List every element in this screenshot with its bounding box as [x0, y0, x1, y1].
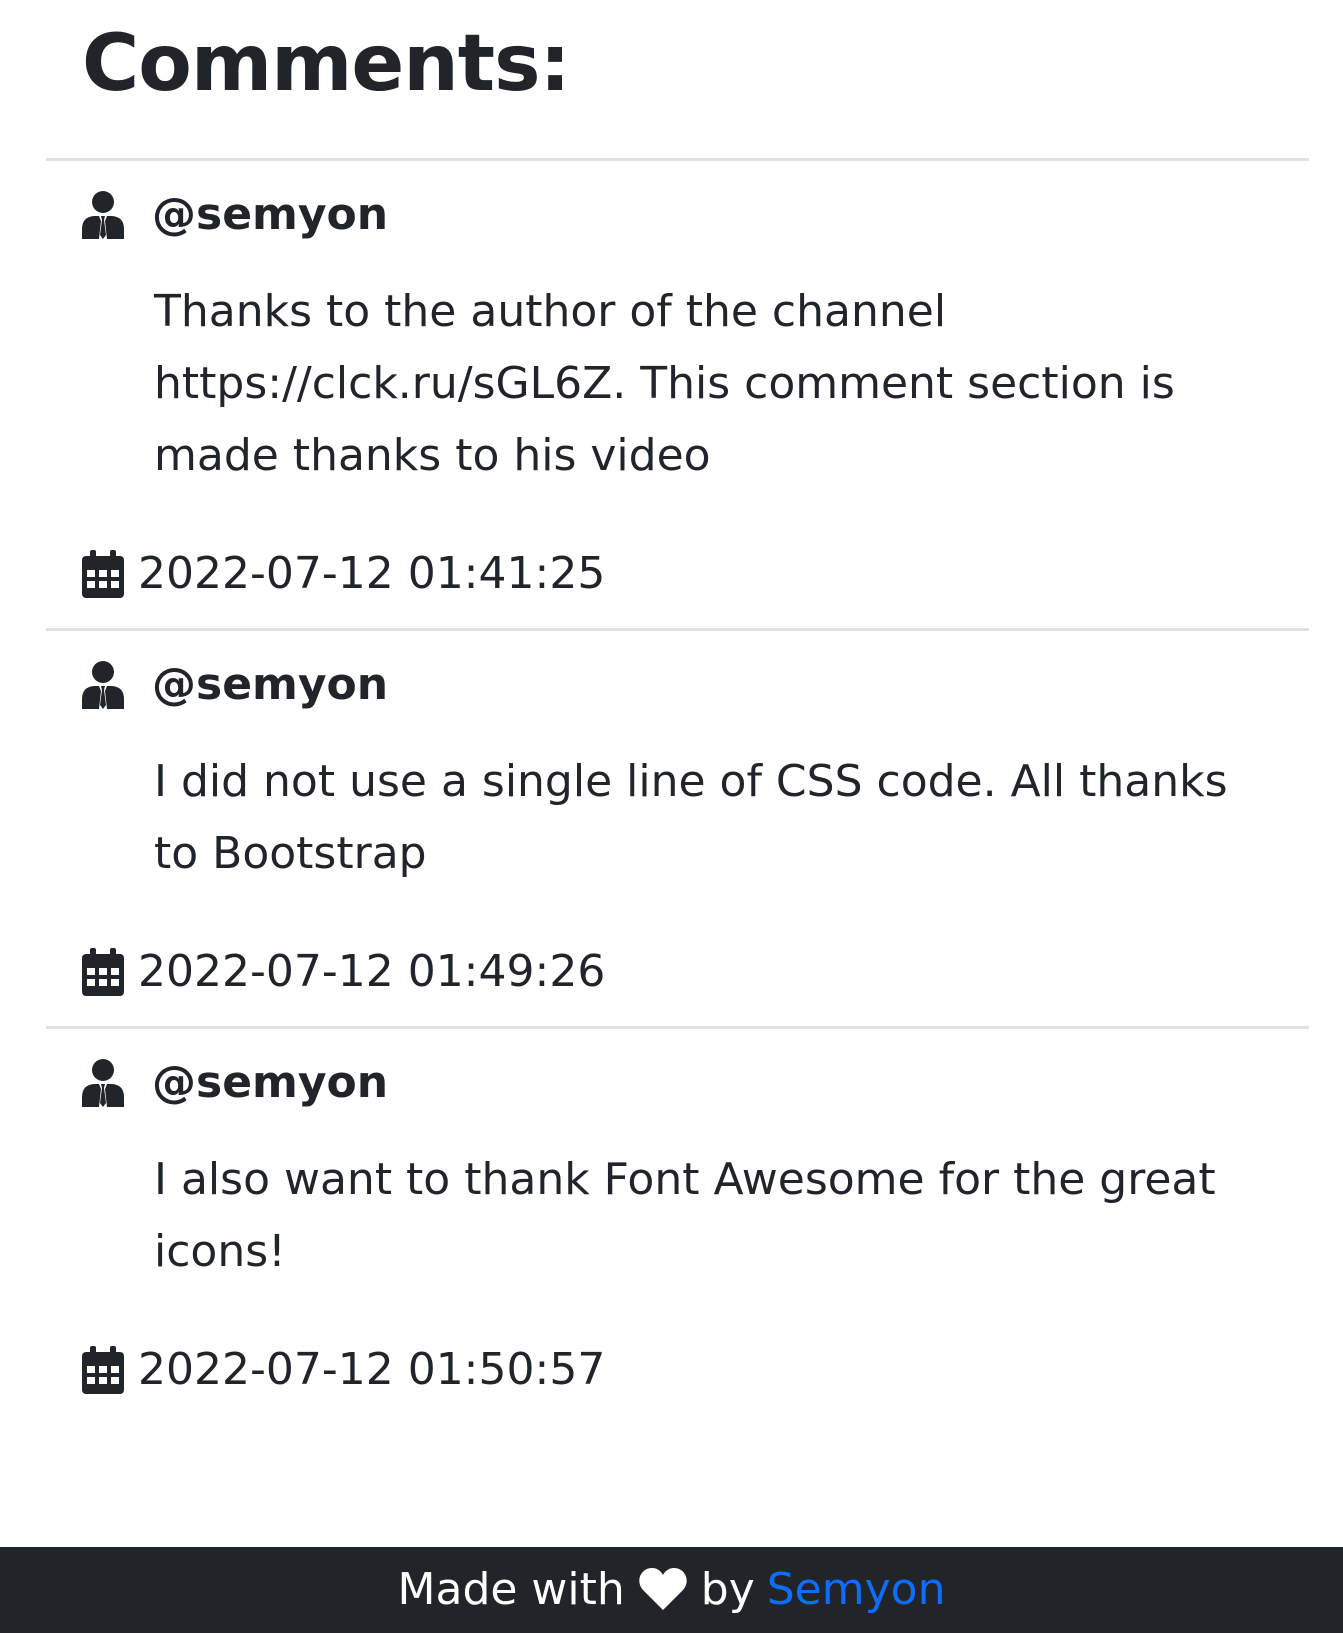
- calendar-icon: [82, 550, 124, 598]
- footer: Made with by Semyon: [0, 1547, 1343, 1633]
- user-tie-icon: [82, 191, 124, 239]
- footer-by: by: [700, 1564, 755, 1615]
- comment-header: @semyon: [82, 1059, 388, 1107]
- comment-item: @semyon Thanks to the author of the chan…: [46, 158, 1309, 631]
- user-tie-icon: [82, 1059, 124, 1107]
- comment-username[interactable]: @semyon: [152, 193, 388, 237]
- comment-date-text: 2022-07-12 01:50:57: [138, 1344, 606, 1395]
- calendar-icon: [82, 948, 124, 996]
- comment-date: 2022-07-12 01:41:25: [82, 550, 605, 598]
- comment-text: I did not use a single line of CSS code.…: [154, 756, 1228, 879]
- comment-text: I also want to thank Font Awesome for th…: [154, 1154, 1216, 1277]
- comment-username[interactable]: @semyon: [152, 663, 388, 707]
- comment-item: @semyon I also want to thank Font Awesom…: [46, 1026, 1309, 1429]
- comment-header: @semyon: [82, 191, 388, 239]
- comment-date: 2022-07-12 01:49:26: [82, 948, 605, 996]
- page-title: Comments:: [82, 19, 571, 109]
- footer-made-with: Made with: [397, 1564, 625, 1615]
- comment-item: @semyon I did not use a single line of C…: [46, 628, 1309, 1029]
- calendar-icon: [82, 1346, 124, 1394]
- heart-icon: [639, 1568, 687, 1612]
- comment-text: Thanks to the author of the channel http…: [154, 286, 1175, 481]
- comment-date-text: 2022-07-12 01:41:25: [138, 548, 606, 599]
- comment-username[interactable]: @semyon: [152, 1061, 388, 1105]
- comment-date: 2022-07-12 01:50:57: [82, 1346, 605, 1394]
- footer-author-link[interactable]: Semyon: [767, 1568, 946, 1612]
- comment-date-text: 2022-07-12 01:49:26: [138, 946, 606, 997]
- user-tie-icon: [82, 661, 124, 709]
- comment-header: @semyon: [82, 661, 388, 709]
